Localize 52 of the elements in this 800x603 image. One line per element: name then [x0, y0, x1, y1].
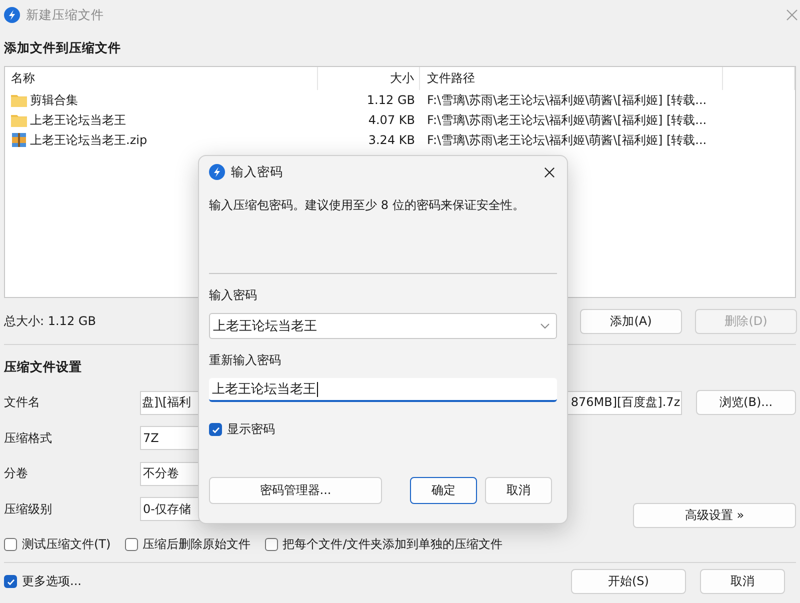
advanced-settings-button[interactable]: 高级设置 »	[633, 502, 796, 528]
close-icon[interactable]	[544, 166, 555, 178]
column-header[interactable]: 大小	[318, 67, 420, 90]
checkbox[interactable]	[209, 423, 222, 436]
file-size: 1.12 GB	[366, 93, 416, 107]
cancel-button[interactable]: 取消	[700, 569, 785, 594]
checkbox[interactable]	[124, 538, 138, 551]
checkbox-label: 压缩后删除原始文件	[142, 536, 251, 553]
checkbox[interactable]	[264, 538, 278, 551]
file-size: 3.24 KB	[367, 133, 416, 147]
password-dropdown[interactable]: 上老王论坛当老王	[209, 313, 557, 339]
field-label: 输入密码	[209, 287, 258, 304]
file-name[interactable]: 上老王论坛当老王	[30, 112, 126, 128]
dialog-title: 输入密码	[231, 164, 283, 180]
ok-button[interactable]: 确定	[410, 477, 477, 504]
app-logo-icon	[4, 7, 20, 23]
total-size: 总大小: 1.12 GB	[4, 312, 96, 330]
checkmark-icon	[210, 424, 220, 434]
add-button[interactable]: 添加(A)	[580, 308, 682, 334]
checkbox-label: 测试压缩文件(T)	[22, 536, 111, 553]
folder-icon	[11, 93, 27, 107]
section-heading: 压缩文件设置	[4, 359, 82, 374]
dialog-description: 输入压缩包密码。建议使用至少 8 位的密码来保证安全性。	[209, 197, 526, 214]
file-path: F:\雪璃\苏雨\老王论坛\福利姬\萌酱\[福利姬] [转载...	[426, 112, 708, 128]
file-size: 4.07 KB	[367, 113, 416, 127]
archive-icon	[11, 132, 27, 148]
checkbox[interactable]	[4, 575, 17, 588]
field-label: 重新输入密码	[209, 352, 282, 369]
section-heading: 添加文件到压缩文件	[4, 40, 121, 55]
chevron-down-icon	[540, 323, 550, 329]
browse-button[interactable]: 浏览(B)...	[696, 390, 796, 416]
checkbox[interactable]	[4, 538, 17, 551]
password-field[interactable]: 上老王论坛当老王	[209, 378, 557, 402]
file-path: F:\雪璃\苏雨\老王论坛\福利姬\萌酱\[福利姬] [转载...	[426, 132, 708, 148]
field-label: 压缩格式	[4, 430, 53, 447]
file-path: F:\雪璃\苏雨\老王论坛\福利姬\萌酱\[福利姬] [转载...	[426, 92, 708, 108]
field-label: 文件名	[4, 394, 41, 412]
column-header[interactable]: 名称	[5, 67, 318, 90]
checkmark-icon	[6, 576, 16, 586]
start-button[interactable]: 开始(S)	[571, 569, 686, 594]
folder-icon	[11, 113, 27, 127]
file-name[interactable]: 上老王论坛当老王.zip	[30, 132, 148, 148]
password-manager-button[interactable]: 密码管理器...	[209, 477, 382, 504]
app-logo-icon	[209, 164, 225, 180]
column-header[interactable]: 文件路径	[420, 67, 723, 90]
checkbox-label: 把每个文件/文件夹添加到单独的压缩文件	[282, 536, 503, 553]
field-label: 压缩级别	[4, 500, 53, 518]
file-name[interactable]: 剪辑合集	[30, 92, 78, 108]
cancel-button[interactable]: 取消	[485, 477, 552, 504]
window-title: 新建压缩文件	[26, 6, 104, 24]
checkbox-label: 更多选项...	[22, 573, 82, 590]
field-label: 分卷	[4, 465, 29, 482]
